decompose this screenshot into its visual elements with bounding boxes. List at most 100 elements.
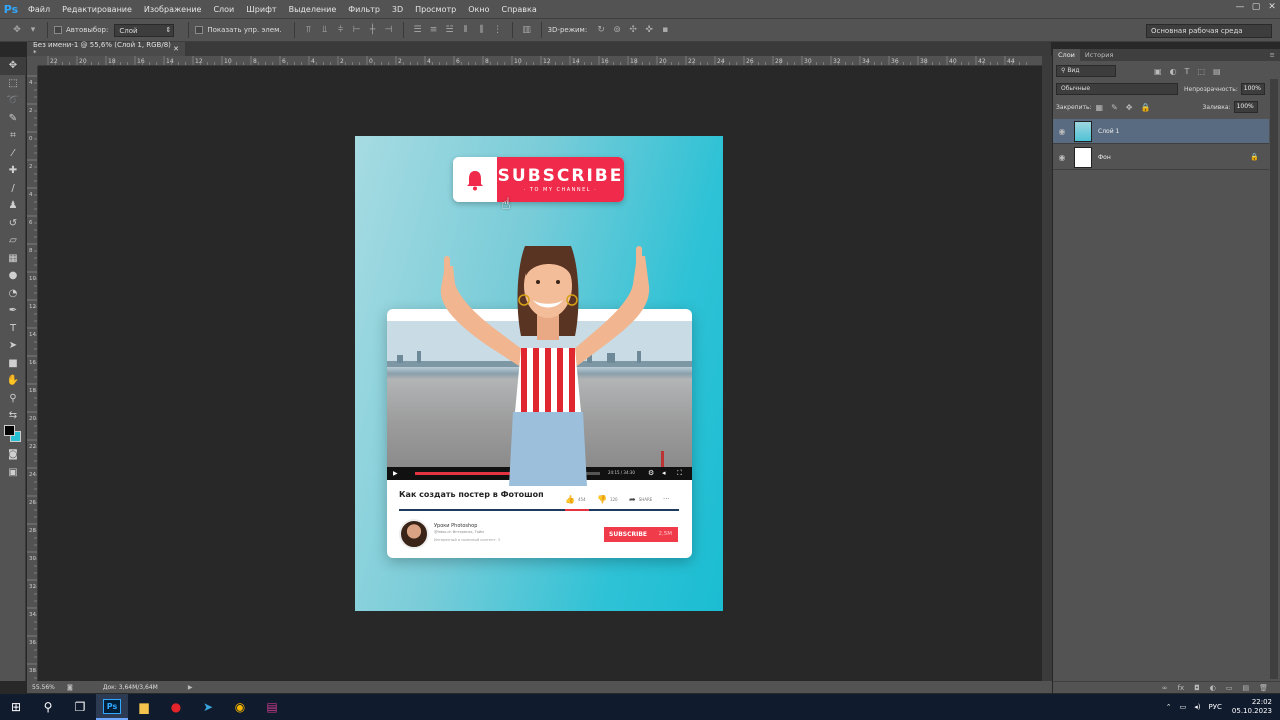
delete-layer-icon[interactable]: 🗑 bbox=[1259, 684, 1268, 692]
align-top-icon[interactable]: ⫪ bbox=[304, 25, 314, 35]
eyedropper-tool-icon[interactable]: ⁄ bbox=[0, 145, 26, 163]
filter-shape-icon[interactable]: ⬚ bbox=[1197, 67, 1205, 76]
autoselect-label[interactable]: Автовыбор: bbox=[54, 26, 108, 34]
menu-item[interactable]: Просмотр bbox=[409, 5, 462, 14]
filter-type-icon[interactable]: T bbox=[1185, 67, 1190, 76]
lock-all-icon[interactable]: 🔒 bbox=[1141, 103, 1151, 112]
visibility-eye-icon[interactable]: ◉ bbox=[1053, 127, 1071, 136]
move-tool-icon[interactable]: ✥ bbox=[12, 25, 22, 35]
gradient-tool-icon[interactable]: ▦ bbox=[0, 250, 26, 268]
blend-mode-select[interactable]: Обычные bbox=[1056, 83, 1178, 95]
pen-tool-icon[interactable]: ✒ bbox=[0, 302, 26, 320]
menu-item[interactable]: Файл bbox=[22, 5, 56, 14]
menu-item[interactable]: Слои bbox=[207, 5, 240, 14]
distribute-hcenter-icon[interactable]: ⫼ bbox=[477, 25, 487, 35]
dodge-tool-icon[interactable]: ◔ bbox=[0, 285, 26, 303]
3d-pan-icon[interactable]: ✣ bbox=[628, 25, 638, 35]
marquee-tool-icon[interactable]: ⬚ bbox=[0, 75, 26, 93]
distribute-left-icon[interactable]: ⦀ bbox=[461, 25, 471, 35]
horizontal-ruler[interactable]: 22 20 18 16 14 12 10 8 6 4 2 0 2 4 6 8 10 12 14 16 18 20 22 24 2… bbox=[38, 56, 1042, 66]
layer-style-icon[interactable]: fx bbox=[1178, 684, 1185, 692]
align-vcenter-icon[interactable]: ⫫ bbox=[320, 25, 330, 35]
screen-mode-icon[interactable]: ▣ bbox=[0, 464, 26, 482]
poster-artboard[interactable]: SUBSCRIBE · TO MY CHANNEL · ☝ ▶ 24:15 / … bbox=[355, 136, 723, 611]
brush-tool-icon[interactable]: / bbox=[0, 180, 26, 198]
layer-row[interactable]: ◉ Слой 1 bbox=[1053, 119, 1269, 144]
distribute-bottom-icon[interactable]: ☱ bbox=[445, 25, 455, 35]
canvas-vertical-scrollbar[interactable] bbox=[1042, 56, 1052, 681]
align-bottom-icon[interactable]: ⫩ bbox=[336, 25, 346, 35]
menu-item[interactable]: Изображение bbox=[138, 5, 208, 14]
layers-scrollbar[interactable] bbox=[1270, 79, 1278, 679]
play-icon[interactable]: ▶ bbox=[393, 470, 398, 477]
status-arrow-icon[interactable]: ▶ bbox=[188, 684, 193, 691]
record-app-icon[interactable]: ● bbox=[160, 694, 192, 720]
lock-pixels-icon[interactable]: ✎ bbox=[1111, 103, 1118, 112]
lock-transparent-icon[interactable]: ▦ bbox=[1096, 103, 1104, 112]
healing-brush-tool-icon[interactable]: ✚ bbox=[0, 162, 26, 180]
tool-preset-arrow-icon[interactable]: ▾ bbox=[28, 25, 38, 35]
eraser-tool-icon[interactable]: ▱ bbox=[0, 232, 26, 250]
hand-tool-icon[interactable]: ✋ bbox=[0, 372, 26, 390]
swap-colors-icon[interactable]: ⇆ bbox=[0, 407, 26, 425]
blur-tool-icon[interactable]: ● bbox=[0, 267, 26, 285]
tab-history[interactable]: История bbox=[1080, 49, 1118, 61]
network-icon[interactable]: ▭ bbox=[1180, 703, 1187, 711]
menu-item[interactable]: Окно bbox=[462, 5, 495, 14]
task-view-icon[interactable]: ❐ bbox=[64, 694, 96, 720]
language-indicator[interactable]: РУС bbox=[1209, 703, 1222, 711]
type-tool-icon[interactable]: T bbox=[0, 320, 26, 338]
fullscreen-icon[interactable]: ⛶ bbox=[677, 469, 682, 478]
fill-input[interactable]: 100% bbox=[1233, 101, 1258, 113]
autoselect-checkbox[interactable] bbox=[54, 26, 62, 34]
maximize-icon[interactable]: ▢ bbox=[1248, 0, 1264, 14]
autoselect-select[interactable]: Слой bbox=[114, 23, 175, 37]
menu-item[interactable]: 3D bbox=[386, 5, 409, 14]
quick-select-tool-icon[interactable]: ✎ bbox=[0, 110, 26, 128]
foreground-color-swatch[interactable] bbox=[4, 425, 15, 436]
workspace-select[interactable]: Основная рабочая среда bbox=[1146, 24, 1272, 38]
crop-tool-icon[interactable]: ⌗ bbox=[0, 127, 26, 145]
menu-item[interactable]: Выделение bbox=[283, 5, 343, 14]
close-tab-icon[interactable]: ✕ bbox=[173, 45, 179, 53]
visibility-eye-icon[interactable]: ◉ bbox=[1053, 153, 1071, 162]
zoom-level[interactable]: 55.56% bbox=[32, 684, 62, 691]
path-select-tool-icon[interactable]: ➤ bbox=[0, 337, 26, 355]
lock-icon[interactable]: 🔒 bbox=[1250, 153, 1259, 161]
new-layer-icon[interactable]: ▤ bbox=[1242, 684, 1249, 692]
lock-position-icon[interactable]: ✥ bbox=[1126, 103, 1133, 112]
file-explorer-icon[interactable]: ▆ bbox=[128, 694, 160, 720]
3d-roll-icon[interactable]: ⊚ bbox=[612, 25, 622, 35]
status-menu-icon[interactable]: ◙ bbox=[67, 684, 73, 691]
lasso-tool-icon[interactable]: ➰ bbox=[0, 92, 26, 110]
distribute-right-icon[interactable]: ⋮ bbox=[493, 25, 503, 35]
auto-align-icon[interactable]: ▥ bbox=[522, 25, 532, 35]
close-icon[interactable]: ✕ bbox=[1264, 0, 1280, 14]
shape-tool-icon[interactable]: ■ bbox=[0, 355, 26, 373]
document-tab[interactable]: Без имени-1 @ 55,6% (Слой 1, RGB/8) * ✕ bbox=[27, 41, 185, 57]
ruler-origin[interactable] bbox=[27, 56, 38, 66]
minimize-icon[interactable]: — bbox=[1232, 0, 1248, 14]
filter-pixel-icon[interactable]: ▣ bbox=[1154, 67, 1162, 76]
filter-adjust-icon[interactable]: ◐ bbox=[1170, 67, 1177, 76]
move-tool-icon[interactable]: ✥ bbox=[0, 57, 26, 75]
vertical-ruler[interactable]: 420246810121416182022242628303234363840 bbox=[27, 66, 38, 681]
new-group-icon[interactable]: ▭ bbox=[1226, 684, 1233, 692]
search-icon[interactable]: ⚲ bbox=[32, 694, 64, 720]
filter-smart-icon[interactable]: ▤ bbox=[1213, 67, 1221, 76]
photoshop-logo[interactable]: Ps bbox=[0, 0, 22, 18]
distribute-vcenter-icon[interactable]: ≡ bbox=[429, 25, 439, 35]
clock[interactable]: 22:02 05.10.2023 bbox=[1232, 698, 1272, 716]
align-hcenter-icon[interactable]: ┼ bbox=[368, 25, 378, 35]
opacity-input[interactable]: 100% bbox=[1240, 83, 1265, 95]
align-left-icon[interactable]: ⊢ bbox=[352, 25, 362, 35]
align-right-icon[interactable]: ⊣ bbox=[384, 25, 394, 35]
chrome-icon[interactable]: ◉ bbox=[224, 694, 256, 720]
3d-rotate-icon[interactable]: ↻ bbox=[596, 25, 606, 35]
stamp-tool-icon[interactable]: ♟ bbox=[0, 197, 26, 215]
menu-item[interactable]: Справка bbox=[495, 5, 542, 14]
menu-item[interactable]: Фильтр bbox=[342, 5, 386, 14]
show-transform-label[interactable]: Показать упр. элем. bbox=[195, 26, 282, 34]
3d-slide-icon[interactable]: ✜ bbox=[644, 25, 654, 35]
telegram-icon[interactable]: ➤ bbox=[192, 694, 224, 720]
